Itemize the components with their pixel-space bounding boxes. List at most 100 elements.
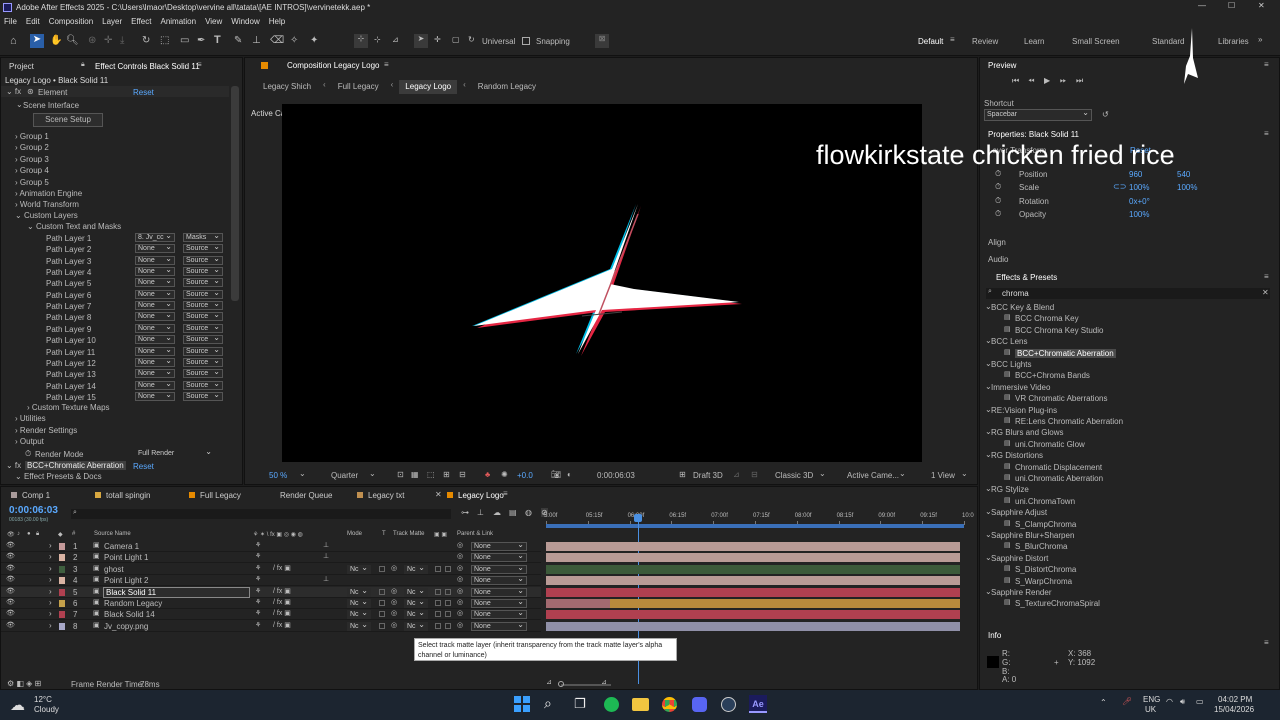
work-area-bar[interactable] xyxy=(546,524,964,528)
timeline-timecode[interactable]: 0:00:06:03 xyxy=(9,505,58,516)
panel-menu-icon[interactable]: ≡ xyxy=(1264,129,1269,138)
menu-effect[interactable]: Effect xyxy=(131,17,151,26)
panel-menu-icon[interactable]: ≡ xyxy=(503,489,508,498)
custom-text-row[interactable]: ⌄ Custom Text and Masks xyxy=(27,222,121,231)
shy-switch-icon[interactable]: ⚘ xyxy=(255,541,261,549)
workspace-small-screen[interactable]: Small Screen xyxy=(1072,37,1120,46)
scene-setup-button[interactable]: Scene Setup xyxy=(33,113,103,127)
layer-row[interactable]: 👁︎ › 4 ▣ Point Light 2 ⚘ ⊥ ◎ None xyxy=(1,575,541,587)
fx-category[interactable]: ⌄ RG Stylize xyxy=(980,484,1270,494)
menu-window[interactable]: Window xyxy=(231,17,259,26)
prev-frame-icon[interactable]: ⏪︎ xyxy=(1028,76,1034,86)
tab-composition[interactable]: Composition Legacy Logo xyxy=(287,61,380,70)
path-layer-source-select[interactable]: None xyxy=(135,391,175,401)
fx-item[interactable]: ▤ BCC Chroma Key xyxy=(980,313,1270,323)
fx-item[interactable]: ▤ VR Chromatic Aberrations xyxy=(980,393,1270,403)
fx-category[interactable]: ⌄ BCC Lens xyxy=(980,336,1270,346)
matte-toggle-icon[interactable] xyxy=(435,622,441,629)
pan-tool-icon[interactable]: ✛ xyxy=(104,35,112,46)
group-row[interactable]: › Group 1 xyxy=(15,132,49,141)
preserve-transparency-checkbox[interactable] xyxy=(379,588,385,595)
fx-item[interactable]: ▤ uni.Chromatic Aberration xyxy=(980,473,1270,483)
comp-crumb[interactable]: Legacy Shich xyxy=(257,80,317,94)
path-layer-source-select[interactable]: None xyxy=(135,357,175,367)
shy-switch-icon[interactable]: ⚘ xyxy=(255,587,261,595)
menu-edit[interactable]: Edit xyxy=(26,17,40,26)
reset-shortcut-icon[interactable]: ↺ xyxy=(1102,110,1109,119)
layer-name[interactable]: Point Light 2 xyxy=(104,576,148,585)
pickwhip-icon[interactable]: ◎ xyxy=(391,621,397,629)
group-row[interactable]: › Animation Engine xyxy=(15,189,82,198)
layer-label-color[interactable] xyxy=(59,622,65,630)
expand-chevron-icon[interactable]: › xyxy=(49,552,52,561)
pen-tool-icon[interactable]: ✒ xyxy=(197,35,205,46)
eye-icon[interactable]: 👁︎ xyxy=(6,621,15,629)
track-matte-select[interactable]: Nc xyxy=(404,598,428,608)
workspace-learn[interactable]: Learn xyxy=(1024,37,1044,46)
expand-chevron-icon[interactable]: › xyxy=(49,564,52,573)
layer-duration-bar[interactable] xyxy=(546,621,960,631)
section-row[interactable]: › Custom Texture Maps xyxy=(27,403,110,412)
menu-view[interactable]: View xyxy=(205,17,222,26)
render-time-icons[interactable]: ⚙ ◧ ◈ ⊞ xyxy=(7,679,41,688)
fx-category[interactable]: ⌄ BCC Key & Blend xyxy=(980,302,1270,312)
layer-name[interactable]: Point Light 1 xyxy=(104,553,148,562)
renderer-dropdown-icon[interactable]: ⌄ xyxy=(819,469,826,478)
track-matte-select[interactable]: Nc xyxy=(404,564,428,574)
layer-label-color[interactable] xyxy=(59,588,65,596)
parent-select[interactable]: None xyxy=(471,564,527,574)
layer-row[interactable]: 👁︎ › 8 ▣ Jv_copy.png ⚘ / fx ▣ Nc ◎ Nc ◎ None xyxy=(1,621,541,632)
expand-chevron-icon[interactable]: › xyxy=(49,541,52,550)
chrome-icon[interactable] xyxy=(662,697,677,712)
taskbar-search-icon[interactable]: ⌕ xyxy=(544,695,552,712)
fx-category[interactable]: ⌄ RG Distortions xyxy=(980,450,1270,460)
color-icon[interactable]: ♣ xyxy=(485,470,490,479)
effect-element-row[interactable]: ⌄ fx ⊛ Element Reset xyxy=(1,86,229,97)
view-dropdown-icon[interactable]: ⌄ xyxy=(899,469,906,478)
panel-menu-icon[interactable]: ≡ xyxy=(1264,272,1269,281)
tray-chevron-icon[interactable]: ⌃ xyxy=(1100,698,1107,707)
layer-name[interactable]: ghost xyxy=(104,565,124,574)
section-row[interactable]: › Output xyxy=(15,437,44,446)
path-layer-mode-select[interactable]: Source xyxy=(183,300,223,311)
switch-icons[interactable]: / fx ▣ xyxy=(273,564,291,572)
switch-icons[interactable]: / fx ▣ xyxy=(273,621,291,629)
view-select[interactable]: Active Came... xyxy=(847,471,899,480)
layer-duration-bar[interactable] xyxy=(546,576,960,586)
puppet-tool-icon[interactable]: ✦ xyxy=(310,35,318,46)
align-section[interactable]: Align xyxy=(988,238,1006,247)
parent-select[interactable]: None xyxy=(471,609,527,620)
menu-help[interactable]: Help xyxy=(269,17,285,26)
draft-3d-toggle-icon[interactable]: ⊥ xyxy=(477,508,484,517)
constrain-proportions-icon[interactable]: ⊂⊃ xyxy=(1113,182,1126,191)
switch-icons[interactable]: / fx ▣ xyxy=(273,587,291,595)
matte-toggle-icon[interactable] xyxy=(435,565,441,572)
discord-icon[interactable] xyxy=(692,697,707,712)
track-matte-select[interactable]: Nc xyxy=(404,587,428,597)
fx-item[interactable]: ▤ S_TextureChromaSpiral xyxy=(980,598,1270,608)
current-time[interactable]: 0:00:06:03 xyxy=(597,471,635,480)
expand-chevron-icon[interactable]: › xyxy=(49,575,52,584)
clear-search-icon[interactable]: ✕ xyxy=(1262,288,1269,297)
layer-duration-bar[interactable] xyxy=(546,564,960,574)
tab-project[interactable]: Project xyxy=(9,62,34,71)
region-icon[interactable]: ⊡ xyxy=(397,470,404,479)
eye-icon[interactable]: 👁︎ xyxy=(6,609,15,617)
fx-item[interactable]: ▤ uni.Chromatic Glow xyxy=(980,439,1270,449)
parent-pickwhip-icon[interactable]: ◎ xyxy=(457,587,463,595)
eye-icon[interactable]: 👁︎ xyxy=(6,552,15,560)
panel-menu-icon[interactable]: ≡ xyxy=(384,60,389,69)
dolly-tool-icon[interactable]: ⤓ xyxy=(120,35,124,46)
home-icon[interactable]: ⌂ xyxy=(10,35,17,47)
language-label[interactable]: ENG xyxy=(1143,695,1160,704)
layer-duration-bar[interactable] xyxy=(546,587,960,597)
path-layer-mode-select[interactable]: Source xyxy=(183,334,223,345)
group-row[interactable]: › Group 3 xyxy=(15,155,49,164)
guides-icon[interactable]: ⊞ xyxy=(443,470,450,479)
layer-mode-select[interactable]: Nc xyxy=(347,621,371,631)
start-icon[interactable] xyxy=(514,696,530,712)
rotate-tool-icon[interactable]: ↻ xyxy=(142,35,150,46)
path-layer-mode-select[interactable]: Source xyxy=(183,289,223,299)
preserve-transparency-checkbox[interactable] xyxy=(379,565,385,572)
element-reset-link[interactable]: Reset xyxy=(133,88,154,97)
